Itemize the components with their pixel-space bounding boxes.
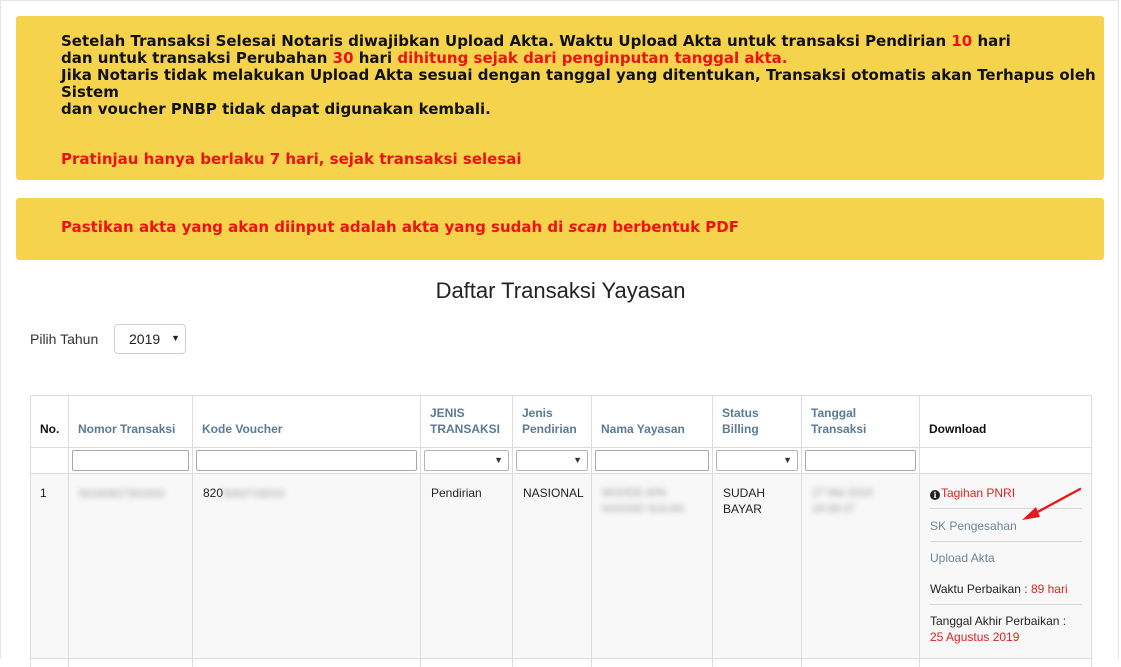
voucher-prefix: 820 — [203, 486, 224, 500]
transaction-table: No. Nomor Transaksi Kode Voucher JENIS T… — [30, 395, 1092, 667]
blurred-value: MOHDE APA NSOSID SULAN — [602, 487, 684, 515]
filter-cell-empty — [919, 447, 1092, 474]
filter-kode-voucher-input[interactable] — [196, 450, 417, 471]
filter-jenis-pendirian-select[interactable]: ▼ — [516, 450, 588, 471]
blurred-value: 27 Mei 2019 16:38:37 — [812, 487, 873, 515]
cell-kode-voucher: 8209062716010 — [192, 473, 421, 659]
year-select-value: 2019 — [129, 331, 161, 347]
cell-jenis-pendirian: NASIONAL — [512, 473, 592, 659]
waktu-perbaikan: Waktu Perbaikan : 89 hari — [930, 573, 1082, 605]
col-header-nomor-transaksi[interactable]: Nomor Transaksi — [68, 395, 193, 448]
page-title: Daftar Transaksi Yayasan — [435, 278, 686, 303]
status-badge: SUDAH BAYAR — [723, 486, 766, 516]
notice-line-3: Jika Notaris tidak melakukan Upload Akta… — [61, 66, 1096, 101]
chevron-down-icon: ▼ — [573, 455, 582, 465]
col-header-jenis-pendirian[interactable]: Jenis Pendirian — [512, 395, 592, 448]
info-icon: i — [930, 490, 940, 500]
col-header-tanggal-transaksi[interactable]: Tanggal Transaksi — [801, 395, 920, 448]
cell-nomor-transaksi: 50160927341500 — [68, 473, 193, 659]
chevron-down-icon: ▼ — [171, 333, 180, 343]
col-header-nama-yayasan[interactable]: Nama Yayasan — [591, 395, 713, 448]
year-select[interactable]: 2019 ▼ — [114, 324, 186, 354]
waktu-perbaikan-label: Waktu Perbaikan : — [930, 582, 1031, 596]
col-header-status-billing[interactable]: Status Billing — [712, 395, 802, 448]
col-header-jenis-transaksi[interactable]: JENIS TRANSAKSI — [420, 395, 513, 448]
cell-no: 1 — [30, 473, 69, 659]
sk-pengesahan-label: SK Pengesahan — [930, 519, 1017, 533]
tanggal-akhir-perbaikan: Tanggal Akhir Perbaikan : 25 Agustus 201… — [930, 605, 1082, 645]
scan-pdf-notice: Pastikan akta yang akan diinput adalah a… — [16, 198, 1104, 260]
cell-tanggal-transaksi: 27 Mei 2019 16:38:37 — [801, 473, 920, 659]
chevron-down-icon: ▼ — [494, 455, 503, 465]
filter-jenis-transaksi-select[interactable]: ▼ — [424, 450, 509, 471]
filter-status-billing-select[interactable]: ▼ — [716, 450, 798, 471]
chevron-down-icon: ▼ — [783, 455, 792, 465]
blurred-value: 9062716010 — [223, 488, 285, 500]
cell-status-billing: SUDAH BAYAR — [712, 473, 802, 659]
filter-cell-empty — [30, 447, 69, 474]
upload-akta-label: Upload Akta — [930, 551, 995, 565]
upload-akta-link[interactable]: Upload Akta — [930, 542, 1082, 573]
cell-nama-yayasan: MOHDE APA NSOSID SULAN — [591, 473, 713, 659]
year-filter-label: Pilih Tahun — [30, 331, 99, 347]
col-header-no[interactable]: No. — [30, 395, 69, 448]
tanggal-akhir-value: 25 Agustus 2019 — [930, 630, 1020, 644]
filter-nomor-transaksi-input[interactable] — [72, 450, 189, 471]
notice-line-4: dan voucher PNBP tidak dapat digunakan k… — [61, 100, 491, 118]
filter-nama-yayasan-input[interactable] — [595, 450, 709, 471]
cell-jenis-transaksi: Pendirian — [420, 473, 513, 659]
notice-line-2: dan untuk transaksi Perubahan 30 hari di… — [61, 49, 788, 67]
filter-tanggal-transaksi-input[interactable] — [805, 450, 916, 471]
col-header-kode-voucher[interactable]: Kode Voucher — [192, 395, 421, 448]
red-arrow-annotation — [1022, 487, 1082, 520]
preview-notice: Pratinjau hanya berlaku 7 hari, sejak tr… — [61, 150, 522, 168]
table-row: 1 50160927341500 8209062716010 Pendirian… — [30, 473, 1092, 659]
notice-line-1: Setelah Transaksi Selesai Notaris diwaji… — [61, 32, 1011, 50]
tanggal-akhir-label: Tanggal Akhir Perbaikan : — [930, 614, 1067, 628]
blurred-value: 50160927341500 — [79, 488, 165, 500]
col-header-download: Download — [919, 395, 1092, 448]
tagihan-pnri-label: Tagihan PNRI — [941, 486, 1016, 500]
upload-deadline-notice: Setelah Transaksi Selesai Notaris diwaji… — [16, 16, 1104, 180]
waktu-perbaikan-value: 89 hari — [1030, 582, 1068, 596]
